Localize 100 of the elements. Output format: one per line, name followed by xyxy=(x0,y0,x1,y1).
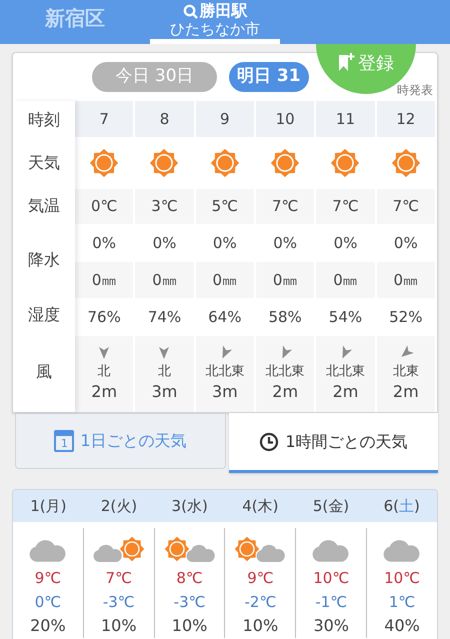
cloud-icon xyxy=(92,544,123,562)
sun-icon xyxy=(270,148,300,178)
rain-amount-cell: 0㎜ xyxy=(316,262,375,298)
rain-chance-cell-text: 0% xyxy=(272,232,298,254)
location-tab[interactable]: 勝田駅 ひたちなか市 xyxy=(150,0,280,44)
high-temperature: 10℃ xyxy=(384,568,420,589)
hour-cell: 11 xyxy=(316,101,375,137)
rain-chance-cell-text: 0% xyxy=(91,232,118,254)
low-temperature: 1℃ xyxy=(388,592,416,613)
station-name: 勝田駅 xyxy=(200,2,248,20)
humidity-cell-text: 76% xyxy=(86,306,122,328)
view-tab[interactable]: 1 1日ごとの天気 xyxy=(15,413,226,469)
hour-cell: 8 xyxy=(135,101,194,137)
wind-direction: 北北東 xyxy=(326,363,365,381)
temperature-cell: 7℃ xyxy=(376,189,435,224)
day-heading: 1(月) xyxy=(30,496,66,517)
day-heading: 6(土) xyxy=(384,496,420,517)
low-temperature: 0℃ xyxy=(34,592,62,613)
rain-chance: 10% xyxy=(242,615,278,637)
high-temperature: 8℃ xyxy=(176,568,203,589)
rain-amount-cell: 0㎜ xyxy=(196,262,254,298)
sun-icon xyxy=(390,148,421,178)
day-tab[interactable]: 明日 31 xyxy=(229,62,309,92)
temperature-cell: 5℃ xyxy=(196,189,254,224)
hour-cell: 7 xyxy=(75,101,134,137)
rain-amount-cell: 0㎜ xyxy=(376,262,435,298)
temperature-cell: 7℃ xyxy=(256,189,314,224)
row-label: 気温 xyxy=(28,194,60,216)
row-label: 天気 xyxy=(28,152,60,174)
sun-icon xyxy=(330,148,360,178)
low-temperature: -2℃ xyxy=(244,592,276,613)
row-label: 時刻 xyxy=(28,108,60,130)
temperature-cell: 3℃ xyxy=(135,189,194,224)
day-heading: 3(水) xyxy=(172,496,208,517)
day-tab[interactable]: 今日 30日 xyxy=(92,62,217,92)
temperature-cell: 0℃ xyxy=(75,189,134,224)
wind-direction: 北北東 xyxy=(266,363,305,381)
hour-cell: 10 xyxy=(256,101,314,137)
row-label: 風 xyxy=(36,360,52,382)
rain-chance: 20% xyxy=(30,615,66,637)
cloud-icon xyxy=(186,544,216,562)
rain-chance: 30% xyxy=(313,615,349,637)
wind-arrow-icon xyxy=(158,346,170,360)
wind-speed: 2m xyxy=(332,382,358,402)
row-label: 湿度 xyxy=(28,304,60,326)
cloud-icon xyxy=(312,539,350,562)
wind-direction: 北 xyxy=(98,363,111,381)
wind-speed: 3m xyxy=(212,382,238,402)
bookmark-plus-icon xyxy=(338,52,356,72)
wind-speed: 2m xyxy=(91,382,118,402)
rain-chance: 40% xyxy=(384,615,420,637)
row-label: 降水 xyxy=(28,248,60,270)
search-icon xyxy=(182,4,198,18)
wind-direction: 北東 xyxy=(392,363,419,381)
wind-speed: 3m xyxy=(152,382,178,402)
rain-chance-cell-text: 0% xyxy=(152,232,178,254)
sun-icon xyxy=(210,148,240,178)
calendar-icon: 1 xyxy=(54,430,74,452)
humidity-cell-text: 58% xyxy=(267,306,303,328)
day-heading: 4(木) xyxy=(242,496,278,517)
humidity-cell-text: 52% xyxy=(388,306,424,328)
high-temperature: 10℃ xyxy=(313,568,350,589)
sun-icon xyxy=(164,536,190,562)
high-temperature: 9℃ xyxy=(34,568,62,589)
humidity-cell-text: 74% xyxy=(146,306,182,328)
temperature-cell: 7℃ xyxy=(316,189,375,224)
view-tab[interactable]: 1時間ごとの天気 xyxy=(229,413,438,473)
low-temperature: -3℃ xyxy=(102,592,135,613)
sun-icon xyxy=(149,148,180,178)
location-tab[interactable]: 新宿区 xyxy=(20,0,130,44)
wind-speed: 2m xyxy=(272,382,298,402)
sun-icon xyxy=(118,536,145,562)
wind-arrow-icon xyxy=(98,346,110,360)
wind-direction: 北 xyxy=(158,363,171,381)
rain-chance: 10% xyxy=(172,615,208,637)
rain-amount-cell: 0㎜ xyxy=(135,262,194,298)
rain-amount-cell: 0㎜ xyxy=(256,262,314,298)
rain-amount-cell: 0㎜ xyxy=(75,262,134,298)
cloud-icon xyxy=(383,539,422,562)
city-name: ひたちなか市 xyxy=(170,20,260,38)
clock-icon xyxy=(259,432,280,452)
wind-speed: 2m xyxy=(392,382,419,402)
rain-chance-cell-text: 0% xyxy=(392,232,419,254)
humidity-cell-text: 64% xyxy=(207,306,242,328)
wind-direction: 北北東 xyxy=(205,363,244,381)
hour-cell: 12 xyxy=(376,101,435,137)
rain-chance: 10% xyxy=(100,615,137,637)
sun-icon xyxy=(89,148,120,178)
cloud-icon xyxy=(28,539,67,562)
hour-cell: 9 xyxy=(196,101,254,137)
high-temperature: 7℃ xyxy=(106,568,132,589)
high-temperature: 9℃ xyxy=(247,568,274,589)
rain-chance-cell-text: 0% xyxy=(212,232,238,254)
low-temperature: -3℃ xyxy=(174,592,206,613)
rain-chance-cell-text: 0% xyxy=(332,232,358,254)
cloud-icon xyxy=(256,544,286,562)
day-heading: 5(金) xyxy=(312,496,350,517)
sun-icon xyxy=(234,536,260,562)
low-temperature: -1℃ xyxy=(315,592,348,613)
humidity-cell-text: 54% xyxy=(328,306,364,328)
